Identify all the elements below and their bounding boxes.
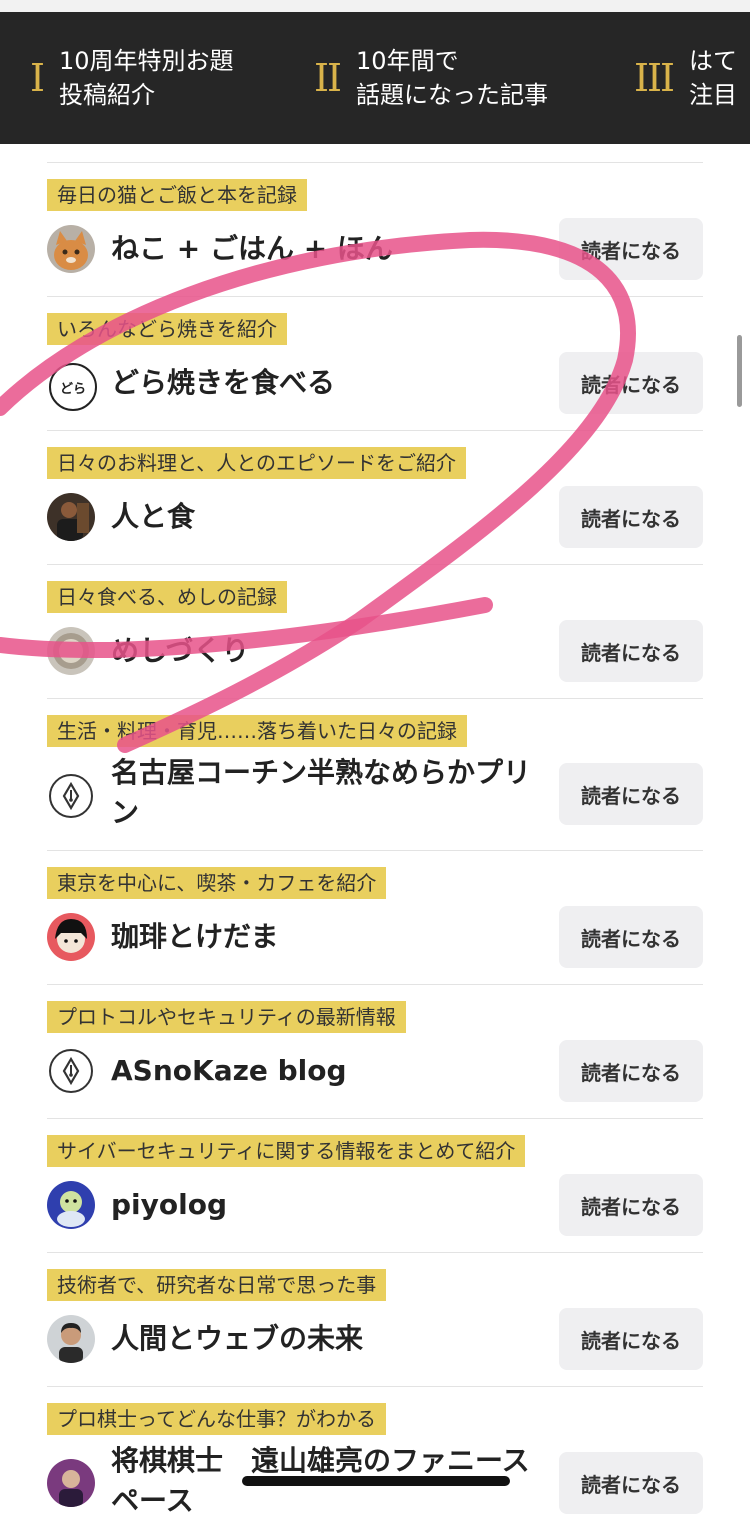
person-avatar-icon[interactable] (47, 493, 95, 541)
blog-name[interactable]: 名古屋コーチン半熟なめらかプリン (111, 753, 551, 833)
blog-name[interactable]: 珈琲とけだま (111, 917, 551, 957)
subscribe-button[interactable]: 読者になる (559, 620, 703, 682)
blog-row: 日々食べる、めしの記録 めしづくり 読者になる (47, 565, 703, 699)
blog-tagline: プロトコルやセキュリティの最新情報 (47, 1001, 406, 1033)
blog-tagline: 日々食べる、めしの記録 (47, 581, 287, 613)
pen-nib-icon[interactable] (49, 1049, 93, 1093)
pen-nib-icon[interactable] (49, 774, 93, 818)
blog-tagline: サイバーセキュリティに関する情報をまとめて紹介 (47, 1135, 526, 1167)
blog-row: 技術者で、研究者な日常で思った事 人間とウェブの未来 読者になる (47, 1253, 703, 1387)
person-avatar-icon[interactable] (47, 1315, 95, 1363)
blog-row: サイバーセキュリティに関する情報をまとめて紹介 piyolog 読者になる (47, 1119, 703, 1253)
home-indicator[interactable] (242, 1476, 510, 1486)
blog-name[interactable]: piyolog (111, 1185, 551, 1225)
blog-row: プロ棋士ってどんな仕事？がわかる 将棋棋士 遠山雄亮のファニースペース 読者にな… (47, 1387, 703, 1527)
scrollbar-thumb[interactable] (737, 335, 742, 407)
nav-item-hatena-featured[interactable]: III はて 注目 (634, 12, 737, 144)
nav-item-popular-articles[interactable]: II 10年間で 話題になった記事 (314, 12, 548, 144)
blog-name[interactable]: ねこ + ごはん + ほん (111, 229, 551, 269)
blog-row: 生活・料理・育児……落ち着いた日々の記録 名古屋コーチン半熟なめらかプリン 読者… (47, 699, 703, 851)
blog-name[interactable]: 人と食 (111, 497, 551, 537)
subscribe-button[interactable]: 読者になる (559, 486, 703, 548)
blog-tagline: 生活・料理・育児……落ち着いた日々の記録 (47, 715, 467, 747)
nav-roman-numeral: III (634, 56, 675, 100)
blog-row: 毎日の猫とご飯と本を記録 ねこ + ごはん + ほん 読者になる (47, 163, 703, 297)
blog-tagline: プロ棋士ってどんな仕事？がわかる (47, 1403, 386, 1435)
blog-tagline: いろんなどら焼きを紹介 (47, 313, 287, 345)
status-bar-strip (0, 0, 750, 12)
subscribe-button[interactable]: 読者になる (559, 906, 703, 968)
subscribe-button[interactable]: 読者になる (559, 1174, 703, 1236)
blog-name[interactable]: 人間とウェブの未来 (111, 1319, 551, 1359)
bowl-avatar-icon[interactable] (47, 627, 95, 675)
subscribe-button[interactable]: 読者になる (559, 1308, 703, 1370)
nav-item-label: はて 注目 (689, 47, 738, 109)
blog-tagline: 毎日の猫とご飯と本を記録 (47, 179, 307, 211)
nav-item-special-topic[interactable]: I 10周年特別お題 投稿紹介 (30, 12, 234, 144)
subscribe-button[interactable]: 読者になる (559, 1452, 703, 1514)
nav-item-label: 10年間で 話題になった記事 (356, 47, 549, 109)
blog-row: いろんなどら焼きを紹介 どら どら焼きを食べる 読者になる (47, 297, 703, 431)
cat-avatar-icon[interactable] (47, 225, 95, 273)
blog-row: 東京を中心に、喫茶・カフェを紹介 珈琲とけだま 読者になる (47, 851, 703, 985)
dorayaki-logo-icon[interactable]: どら (49, 363, 97, 411)
blog-name[interactable]: めしづくり (111, 631, 551, 671)
piyo-character-icon[interactable] (47, 1181, 95, 1229)
blog-name[interactable]: どら焼きを食べる (111, 363, 551, 403)
subscribe-button[interactable]: 読者になる (559, 763, 703, 825)
subscribe-button[interactable]: 読者になる (559, 218, 703, 280)
nav-item-label: 10周年特別お題 投稿紹介 (59, 47, 234, 109)
nav-roman-numeral: II (314, 56, 342, 100)
top-section-nav: I 10周年特別お題 投稿紹介 II 10年間で 話題になった記事 III はて… (0, 12, 750, 144)
blog-row: プロトコルやセキュリティの最新情報 ASnoKaze blog 読者になる (47, 985, 703, 1119)
shogi-avatar-icon[interactable] (47, 1459, 95, 1507)
subscribe-button[interactable]: 読者になる (559, 352, 703, 414)
illustration-avatar-icon[interactable] (47, 913, 95, 961)
blog-tagline: 日々のお料理と、人とのエピソードをご紹介 (47, 447, 466, 479)
blog-tagline: 東京を中心に、喫茶・カフェを紹介 (47, 867, 387, 899)
subscribe-button[interactable]: 読者になる (559, 1040, 703, 1102)
blog-row: 日々のお料理と、人とのエピソードをご紹介 人と食 読者になる (47, 431, 703, 565)
blog-name[interactable]: ASnoKaze blog (111, 1051, 551, 1091)
nav-roman-numeral: I (30, 56, 45, 100)
blog-tagline: 技術者で、研究者な日常で思った事 (47, 1269, 387, 1301)
